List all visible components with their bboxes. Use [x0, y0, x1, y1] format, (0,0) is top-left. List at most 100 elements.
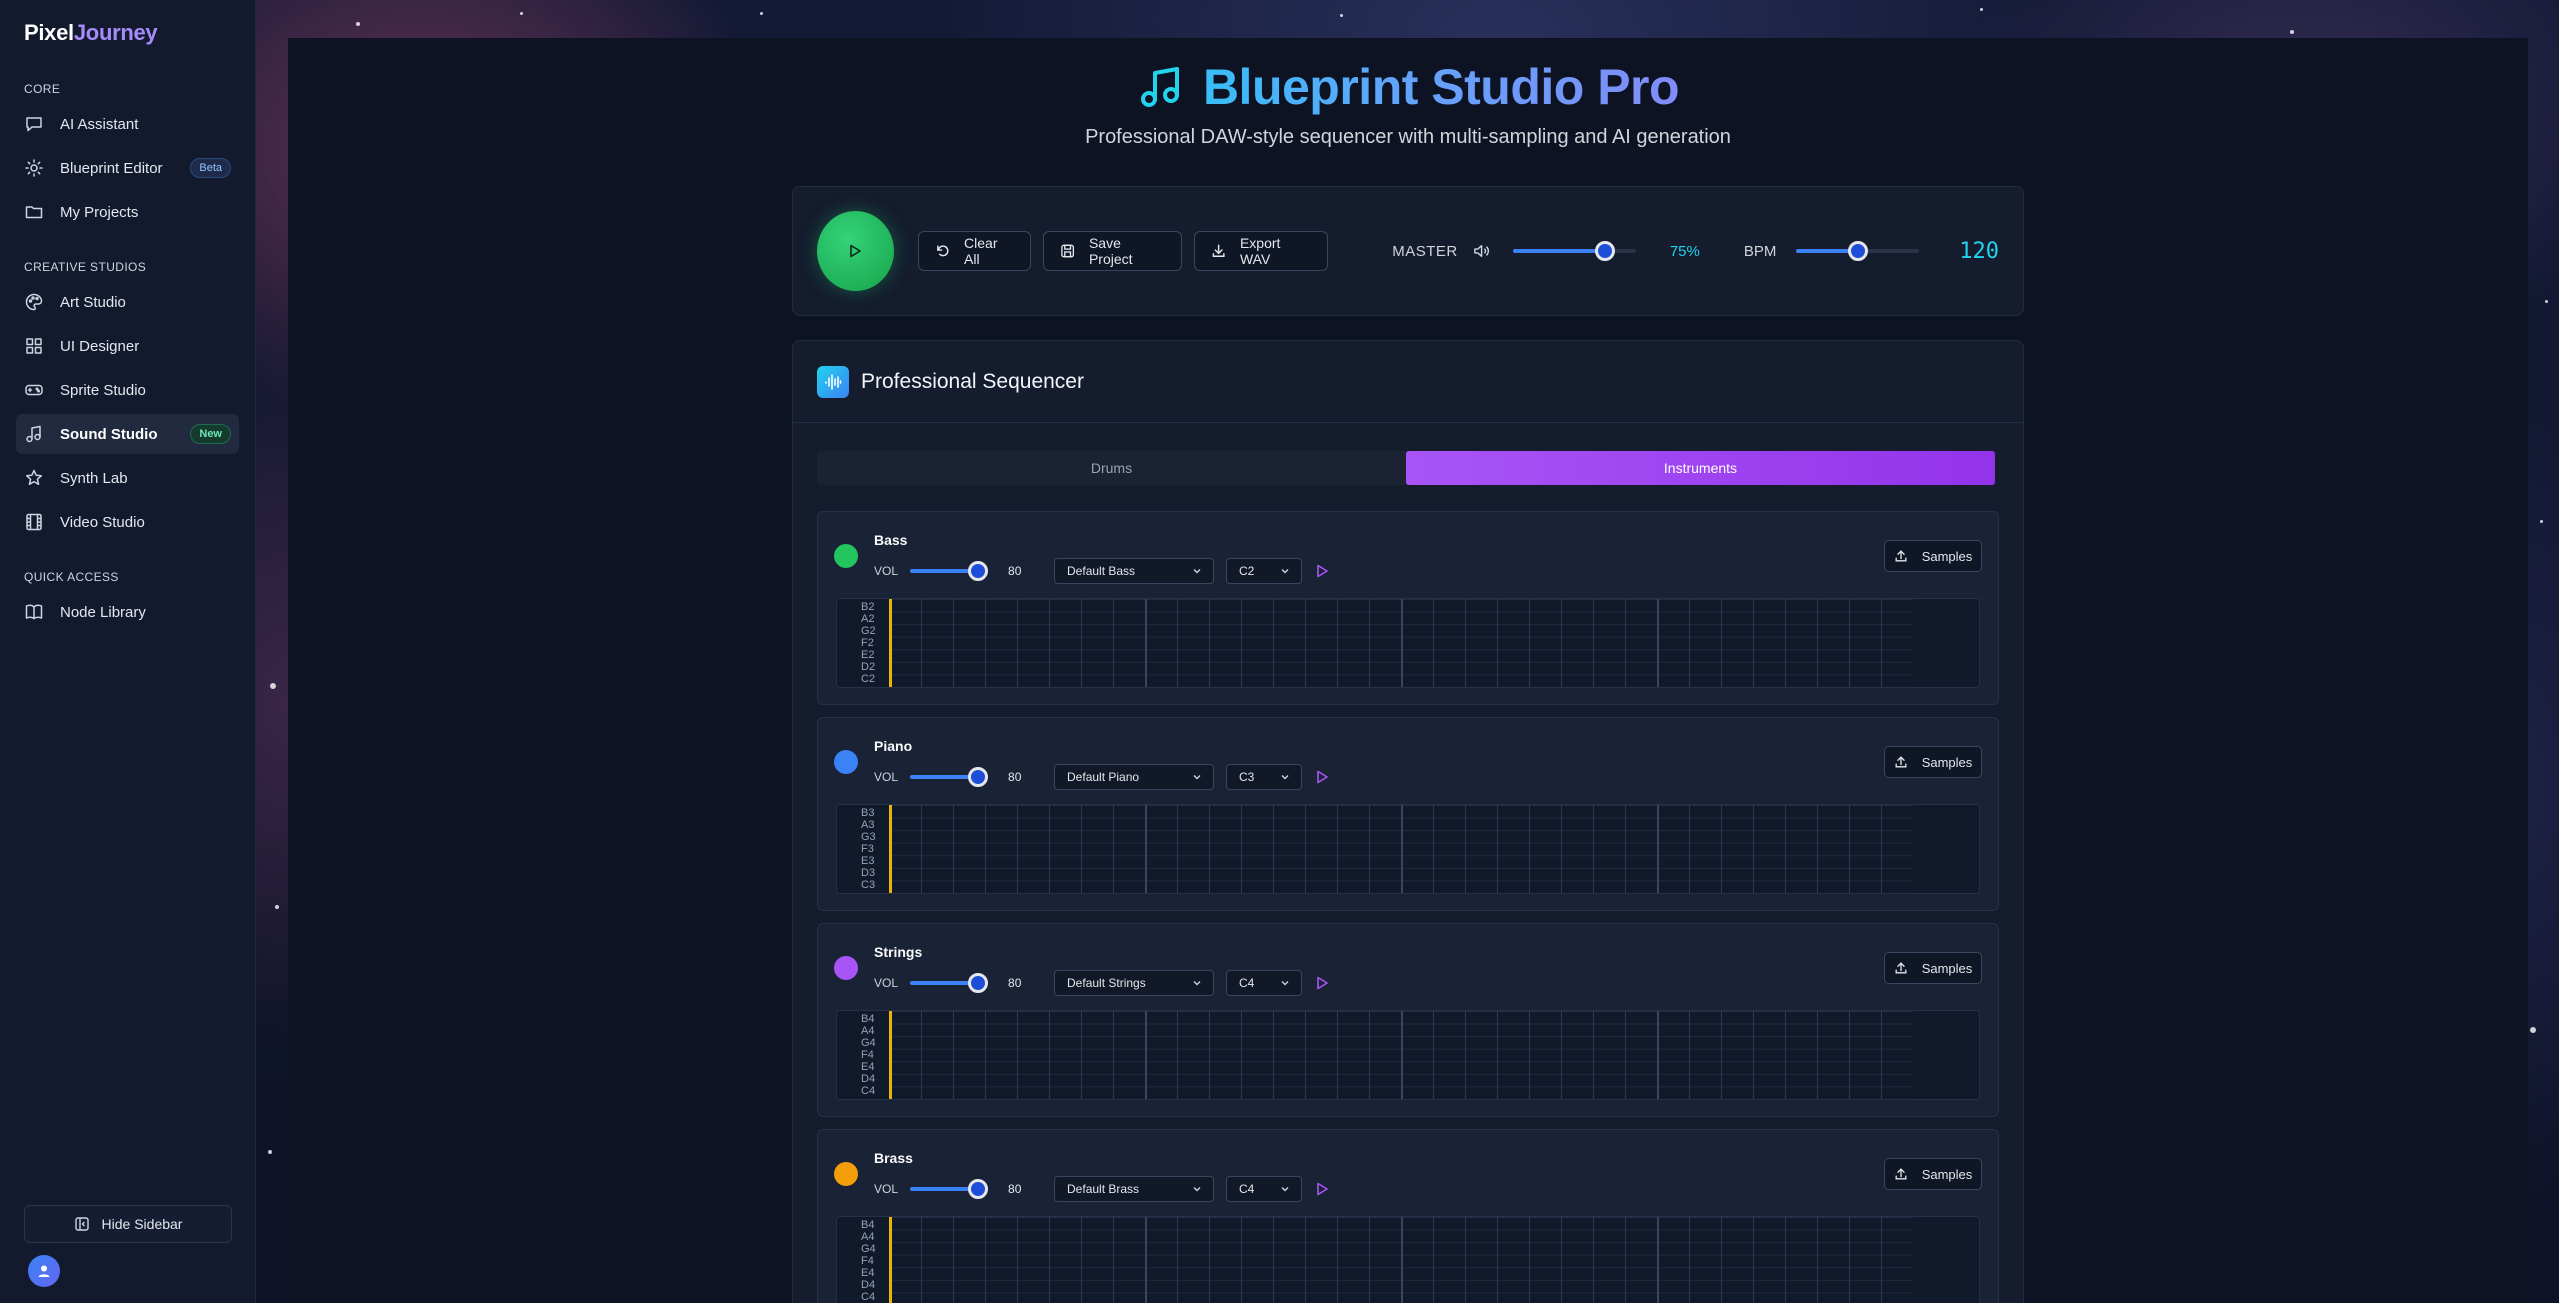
- track-volume-slider[interactable]: [910, 767, 989, 787]
- sample-select[interactable]: Default Brass: [1054, 1176, 1215, 1202]
- sidebar-item-synth-lab[interactable]: Synth Lab: [16, 458, 239, 498]
- bar-line: [1145, 1011, 1147, 1099]
- note-label: E4: [861, 1060, 875, 1073]
- sidebar-item-my-projects[interactable]: My Projects: [16, 192, 239, 232]
- sidebar-item-sprite-studio[interactable]: Sprite Studio: [16, 370, 239, 410]
- sidebar-toggle-icon: [74, 1217, 89, 1231]
- samples-label: Samples: [1921, 548, 1973, 564]
- user-avatar[interactable]: [28, 1255, 60, 1287]
- samples-label: Samples: [1921, 1166, 1973, 1182]
- root-note-select[interactable]: C2: [1226, 558, 1303, 584]
- note-grid[interactable]: [889, 1217, 1913, 1303]
- sidebar-item-label: Synth Lab: [60, 469, 128, 487]
- download-icon: [1212, 244, 1225, 257]
- sample-select[interactable]: Default Strings: [1054, 970, 1215, 996]
- track-color-dot[interactable]: [834, 1162, 858, 1186]
- samples-upload-button[interactable]: Samples: [1884, 1158, 1982, 1190]
- main-content: Blueprint Studio Pro Professional DAW-st…: [288, 38, 2528, 1303]
- tab-drums[interactable]: Drums: [817, 451, 1406, 485]
- track-color-dot[interactable]: [834, 544, 858, 568]
- note-label: B4: [861, 1218, 875, 1231]
- bar-line: [1401, 599, 1403, 687]
- star: [2540, 520, 2543, 523]
- note-label: G2: [861, 624, 876, 637]
- export-wav-label: Export WAV: [1239, 235, 1281, 267]
- note-grid[interactable]: [889, 805, 1913, 893]
- note-label: A3: [861, 818, 875, 831]
- playhead[interactable]: [889, 599, 892, 687]
- sample-select[interactable]: Default Piano: [1054, 764, 1215, 790]
- sidebar-item-art-studio[interactable]: Art Studio: [16, 282, 239, 322]
- preview-play-icon[interactable]: [1314, 769, 1330, 785]
- playhead[interactable]: [889, 805, 892, 893]
- chat-icon: [26, 117, 42, 132]
- note-label: C2: [861, 672, 876, 685]
- note-label: D3: [861, 866, 876, 879]
- track-volume-slider[interactable]: [910, 973, 989, 993]
- sidebar-item-node-library[interactable]: Node Library: [16, 592, 239, 632]
- chevron-down-icon: [1281, 981, 1289, 986]
- tab-instruments[interactable]: Instruments: [1406, 451, 1995, 485]
- export-wav-button[interactable]: Export WAV: [1193, 231, 1329, 271]
- star: [356, 22, 360, 26]
- preview-play-icon[interactable]: [1314, 563, 1330, 579]
- track-volume-slider[interactable]: [910, 1179, 989, 1199]
- play-icon: [850, 244, 862, 258]
- note-label: E2: [861, 648, 875, 661]
- note-grid[interactable]: [889, 1011, 1913, 1099]
- sidebar-item-label: AI Assistant: [60, 115, 139, 133]
- root-note-select[interactable]: C3: [1226, 764, 1303, 790]
- bar-line: [1145, 805, 1147, 893]
- sidebar-item-video-studio[interactable]: Video Studio: [16, 502, 239, 542]
- bpm-slider[interactable]: [1796, 241, 1920, 261]
- star: [270, 683, 276, 689]
- samples-upload-button[interactable]: Samples: [1884, 746, 1982, 778]
- nav-section-label: CREATIVE STUDIOS: [24, 260, 147, 274]
- brand-logo[interactable]: PixelJourney: [24, 20, 239, 46]
- vol-label: VOL: [874, 770, 899, 784]
- root-note-select[interactable]: C4: [1226, 1176, 1303, 1202]
- root-note-select[interactable]: C4: [1226, 970, 1303, 996]
- save-project-button[interactable]: Save Project: [1042, 231, 1182, 271]
- samples-upload-button[interactable]: Samples: [1884, 540, 1982, 572]
- playhead[interactable]: [889, 1011, 892, 1099]
- chevron-down-icon: [1193, 775, 1201, 780]
- piano-roll[interactable]: B2 A2 G2 F2 E2 D2 C2: [836, 598, 1980, 688]
- undo-icon: [936, 245, 949, 257]
- playhead[interactable]: [889, 1217, 892, 1303]
- samples-label: Samples: [1921, 960, 1973, 976]
- play-button[interactable]: [817, 211, 894, 291]
- track-color-dot[interactable]: [834, 956, 858, 980]
- note-grid[interactable]: [889, 599, 1913, 687]
- sidebar-item-sound-studio[interactable]: Sound Studio New: [16, 414, 239, 454]
- hide-sidebar-button[interactable]: Hide Sidebar: [24, 1205, 232, 1243]
- piano-roll[interactable]: B4 A4 G4 F4 E4 D4 C4: [836, 1010, 1980, 1100]
- track-volume-slider[interactable]: [910, 561, 989, 581]
- vol-label: VOL: [874, 976, 899, 990]
- sidebar-item-label: Art Studio: [60, 293, 126, 311]
- sample-select-value: Default Bass: [1067, 564, 1136, 578]
- track-color-dot[interactable]: [834, 750, 858, 774]
- note-label: E3: [861, 854, 875, 867]
- master-volume-slider[interactable]: [1512, 241, 1636, 261]
- sidebar-item-ai-assistant[interactable]: AI Assistant: [16, 104, 239, 144]
- sample-select-value: Default Strings: [1067, 976, 1146, 990]
- note-label: F4: [861, 1048, 874, 1061]
- preview-play-icon[interactable]: [1314, 1181, 1330, 1197]
- nav-section: CORE AI Assistant Blueprint Editor Beta My P…: [16, 82, 239, 232]
- grid-icon: [26, 338, 42, 354]
- piano-roll[interactable]: B4 A4 G4 F4 E4 D4 C4: [836, 1216, 1980, 1303]
- sample-select[interactable]: Default Bass: [1054, 558, 1215, 584]
- clear-all-button[interactable]: Clear All: [917, 231, 1031, 271]
- preview-play-icon[interactable]: [1314, 975, 1330, 991]
- samples-upload-button[interactable]: Samples: [1884, 952, 1982, 984]
- sidebar-item-ui-designer[interactable]: UI Designer: [16, 326, 239, 366]
- master-volume-percent: 75%: [1669, 242, 1700, 260]
- film-icon: [26, 513, 42, 531]
- sample-select-value: Default Brass: [1067, 1182, 1140, 1196]
- sidebar-item-blueprint-editor[interactable]: Blueprint Editor Beta: [16, 148, 239, 188]
- piano-roll[interactable]: B3 A3 G3 F3 E3 D3 C3: [836, 804, 1980, 894]
- track-volume-value: 80: [1008, 770, 1022, 784]
- save-icon: [1060, 244, 1074, 258]
- bar-line: [1145, 599, 1147, 687]
